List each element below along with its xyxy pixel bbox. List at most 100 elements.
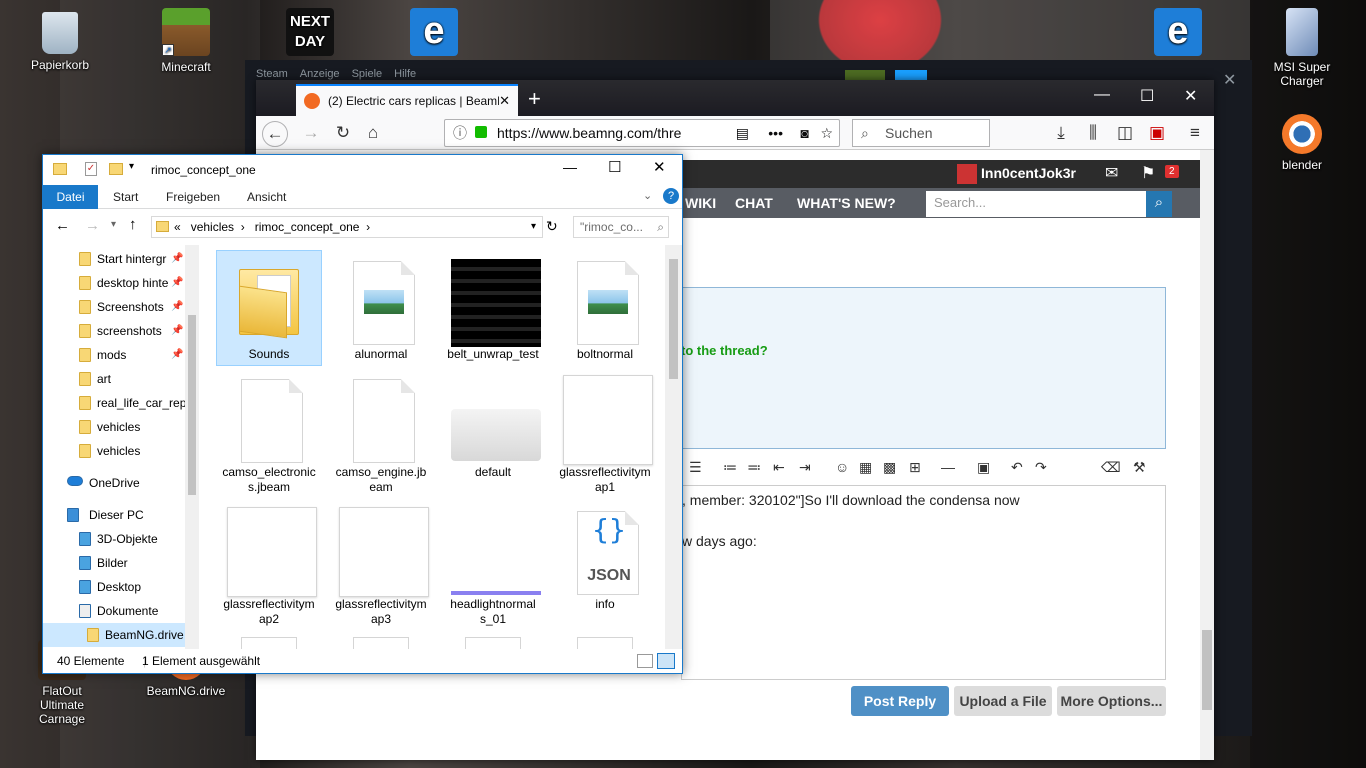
media-icon[interactable]: ▩ — [883, 459, 896, 476]
desktop-icon-blender[interactable]: blender — [1262, 114, 1342, 172]
file-item[interactable] — [353, 637, 409, 649]
file-item[interactable]: {} JSON info — [553, 501, 657, 615]
file-item[interactable] — [465, 637, 521, 649]
details-view-icon[interactable] — [637, 654, 653, 668]
maximize-icon[interactable]: ☐ — [1140, 86, 1154, 106]
numbered-list-icon[interactable]: ≕ — [747, 459, 761, 476]
align-left-icon[interactable]: ☰ — [689, 459, 702, 476]
downloads-icon[interactable]: ⤓ — [1048, 121, 1074, 147]
breadcrumb-vehicles[interactable]: vehicles — [191, 220, 234, 234]
nav-item[interactable]: Bilder — [43, 551, 185, 575]
nav-item[interactable]: BeamNG.drive — [43, 623, 185, 647]
file-item[interactable] — [241, 637, 297, 649]
steam-menu-view[interactable]: Anzeige — [300, 68, 340, 80]
bulleted-list-icon[interactable]: ≔ — [723, 459, 737, 476]
reload-button[interactable]: ↻ — [330, 121, 356, 147]
file-item[interactable]: belt_unwrap_test — [441, 251, 545, 365]
nav-item[interactable]: screenshots 📌 — [43, 319, 185, 343]
reply-editor[interactable]: , member: 320102"]So I'll download the c… — [681, 485, 1166, 680]
file-item[interactable]: camso_engine.jb eam — [329, 369, 433, 494]
forward-button[interactable]: → — [298, 121, 324, 147]
desktop-icon-next-day[interactable]: NEXT DAY — [270, 8, 350, 60]
nav-item[interactable]: Screenshots 📌 — [43, 295, 185, 319]
bookmark-star-icon[interactable]: ☆ — [820, 120, 833, 146]
nav-scrollbar[interactable] — [185, 245, 199, 649]
tab-ansicht[interactable]: Ansicht — [247, 190, 286, 204]
new-folder-icon[interactable] — [109, 163, 123, 175]
undo-icon[interactable]: ↶ — [1011, 459, 1023, 476]
explorer-maximize-icon[interactable]: ☐ — [608, 158, 621, 176]
desktop-icon-recycle-bin[interactable]: Papierkorb — [20, 8, 100, 72]
explorer-close-icon[interactable]: ✕ — [653, 158, 666, 176]
large-icons-view-icon[interactable] — [657, 653, 675, 669]
site-search-button[interactable]: ⌕ — [1146, 191, 1172, 217]
extension-icon[interactable]: ▣ — [1144, 121, 1170, 147]
nav-item[interactable]: vehicles — [43, 415, 185, 439]
forward-icon[interactable]: → — [85, 217, 100, 234]
breadcrumb-rimoc[interactable]: rimoc_concept_one — [255, 220, 360, 234]
redo-icon[interactable]: ↷ — [1035, 459, 1047, 476]
nav-item[interactable]: real_life_car_repl — [43, 391, 185, 415]
refresh-icon[interactable]: ↻ — [546, 218, 558, 235]
smilie-icon[interactable]: ☺ — [835, 459, 849, 475]
desktop-icon-minecraft[interactable]: ↗ Minecraft — [146, 8, 226, 74]
image-icon[interactable]: ▦ — [859, 459, 872, 476]
minimize-icon[interactable]: — — [1094, 86, 1110, 104]
site-search-input[interactable]: Search... — [926, 191, 1146, 217]
pocket-icon[interactable]: ◙ — [801, 120, 809, 146]
tab-close-icon[interactable]: ✕ — [499, 93, 510, 109]
content-scrollbar[interactable] — [665, 245, 682, 649]
file-item[interactable]: Sounds — [216, 250, 322, 366]
steam-menu-games[interactable]: Spiele — [352, 68, 383, 80]
library-icon[interactable]: ⫼ — [1080, 121, 1106, 147]
tab-start[interactable]: Start — [113, 190, 138, 204]
desktop-icon-msi-super-charger[interactable]: MSI Super Charger — [1262, 8, 1342, 88]
nav-item[interactable]: vehicles — [43, 439, 185, 463]
file-item[interactable]: glassreflectivitym ap3 — [329, 501, 433, 626]
file-item[interactable] — [577, 637, 633, 649]
username[interactable]: Inn0centJok3r — [981, 165, 1076, 181]
nav-item[interactable]: Dokumente — [43, 599, 185, 623]
nav-item[interactable]: mods 📌 — [43, 343, 185, 367]
close-icon[interactable]: ✕ — [1184, 86, 1197, 106]
file-item[interactable]: headlightnormal s_01 — [441, 501, 545, 626]
explorer-search-input[interactable]: "rimoc_co... ⌕ — [573, 216, 669, 238]
save-draft-icon[interactable]: ▣ — [977, 459, 990, 476]
nav-item[interactable]: Desktop — [43, 575, 185, 599]
post-reply-button[interactable]: Post Reply — [851, 686, 949, 716]
address-bar[interactable]: « vehicles › rimoc_concept_one › ▾ — [151, 216, 543, 238]
back-icon[interactable]: ← — [55, 217, 70, 234]
address-dropdown-icon[interactable]: ▾ — [531, 217, 536, 237]
tab-datei[interactable]: Datei — [43, 185, 98, 209]
wrench-icon[interactable]: ⚒ — [1133, 459, 1146, 476]
recent-locations-icon[interactable]: ▾ — [111, 219, 116, 230]
url-bar[interactable]: ⓘ https://www.beamng.com/thre ▤ ••• ◙ ☆ — [444, 119, 840, 147]
reader-view-icon[interactable]: ▤ — [736, 120, 749, 146]
back-button[interactable]: ← — [262, 121, 288, 147]
help-icon[interactable]: ? — [663, 188, 679, 204]
steam-menu-help[interactable]: Hilfe — [394, 68, 416, 80]
nav-item[interactable]: art — [43, 367, 185, 391]
steam-close-icon[interactable]: ✕ — [1223, 70, 1236, 90]
tab-freigeben[interactable]: Freigeben — [166, 190, 220, 204]
new-tab-button[interactable]: + — [528, 86, 541, 112]
file-item[interactable]: boltnormal — [553, 251, 657, 365]
inbox-icon[interactable]: ✉ — [1105, 163, 1118, 183]
menu-icon[interactable]: ≡ — [1182, 121, 1208, 147]
file-item[interactable]: camso_electronic s.jbeam — [217, 369, 321, 494]
alerts-icon[interactable]: ⚑ — [1141, 163, 1155, 183]
indent-icon[interactable]: ⇥ — [799, 459, 811, 476]
avatar[interactable] — [957, 164, 977, 184]
nav-item[interactable]: desktop hinte 📌 — [43, 271, 185, 295]
up-icon[interactable]: ↑ — [129, 216, 137, 233]
nav-item[interactable]: OneDrive — [43, 471, 185, 495]
file-item[interactable]: alunormal — [329, 251, 433, 365]
steam-menu-steam[interactable]: Steam — [256, 68, 288, 80]
explorer-minimize-icon[interactable]: — — [563, 159, 577, 175]
file-item[interactable]: glassreflectivitym ap2 — [217, 501, 321, 626]
desktop-icon-edge-2[interactable]: e — [1138, 8, 1218, 60]
nav-item[interactable]: Start hintergr 📌 — [43, 247, 185, 271]
page-actions-icon[interactable]: ••• — [768, 120, 783, 146]
outdent-icon[interactable]: ⇤ — [773, 459, 785, 476]
insert-icon[interactable]: ⊞ — [909, 459, 921, 476]
